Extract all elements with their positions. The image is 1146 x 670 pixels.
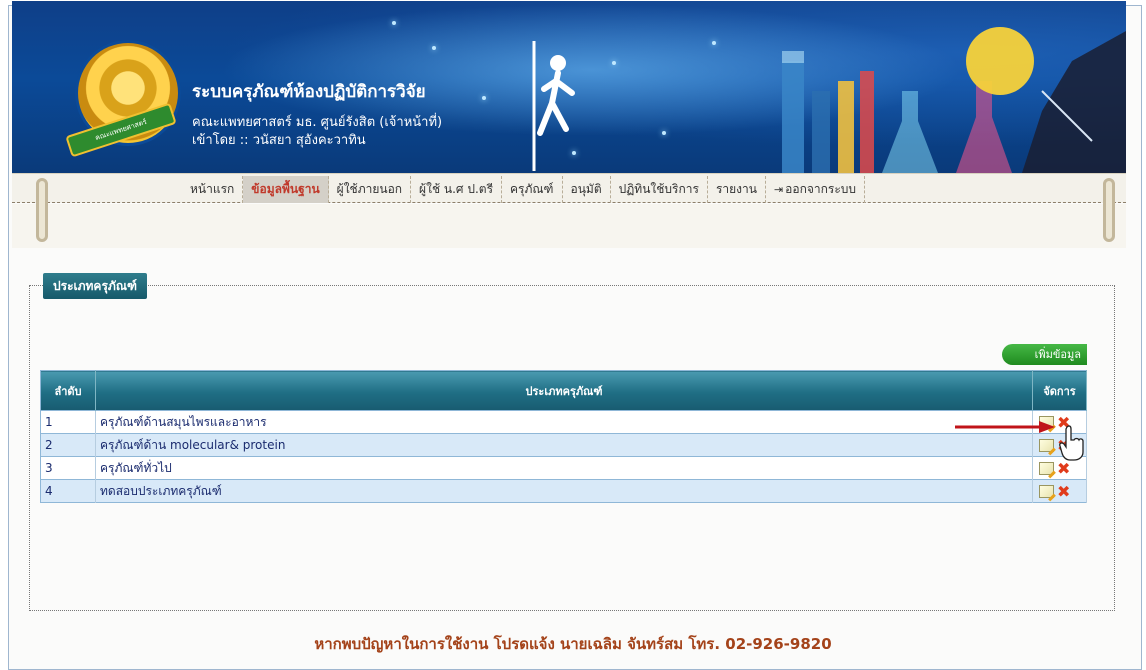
main-navbar: หน้าแรก ข้อมูลพื้นฐาน ผู้ใช้ภายนอก ผู้ใช… xyxy=(12,173,1126,203)
binder-ring-right xyxy=(1103,178,1115,242)
row-actions: ✖ xyxy=(1032,479,1087,503)
lab-equipment-illustration xyxy=(782,27,1126,173)
row-type-name: ครุภัณฑ์ทั่วไป xyxy=(95,456,1033,480)
sparkle xyxy=(612,61,616,65)
edit-icon[interactable] xyxy=(1039,439,1054,452)
sparkle xyxy=(482,96,486,100)
nav-home[interactable]: หน้าแรก xyxy=(182,175,244,203)
nav-equipment[interactable]: ครุภัณฑ์ xyxy=(502,175,563,203)
table-header-row: ลำดับ ประเภทครุภัณฑ์ จัดการ xyxy=(40,370,1087,411)
annotation-arrow-icon xyxy=(955,421,1055,433)
nav-master-data[interactable]: ข้อมูลพื้นฐาน xyxy=(243,175,329,203)
sparkle xyxy=(662,131,666,135)
delete-icon[interactable]: ✖ xyxy=(1057,461,1070,477)
delete-icon[interactable]: ✖ xyxy=(1057,484,1070,500)
row-type-name: ครุภัณฑ์ด้าน molecular& protein xyxy=(95,433,1033,457)
nav-external-users[interactable]: ผู้ใช้ภายนอก xyxy=(329,175,412,203)
row-no: 4 xyxy=(40,479,96,503)
edit-icon[interactable] xyxy=(1039,485,1054,498)
binder-ring-left xyxy=(36,178,48,242)
equipment-type-table: ลำดับ ประเภทครุภัณฑ์ จัดการ 1 ครุภัณฑ์ด้… xyxy=(40,370,1087,503)
nav-logout-label: ออกจากระบบ xyxy=(785,181,857,196)
header-manage: จัดการ xyxy=(1032,370,1087,411)
header-banner: คณะแพทยศาสตร์ ระบบครุภัณฑ์ห้องปฏิบัติการ… xyxy=(12,1,1126,173)
person-figure-icon xyxy=(532,41,575,171)
edit-icon[interactable] xyxy=(1039,462,1054,475)
nav-logout[interactable]: ⇥ ออกจากระบบ xyxy=(766,175,866,203)
system-title: ระบบครุภัณฑ์ห้องปฏิบัติการวิจัย xyxy=(192,82,426,102)
sparkle xyxy=(712,41,716,45)
sparkle xyxy=(432,46,436,50)
nav-service-calendar[interactable]: ปฏิทินใช้บริการ xyxy=(611,175,708,203)
header-no: ลำดับ xyxy=(40,370,96,411)
table-row: 1 ครุภัณฑ์ด้านสมุนไพรและอาหาร ✖ xyxy=(40,410,1087,434)
nav-strip xyxy=(12,204,1126,248)
row-type-name: ทดสอบประเภทครุภัณฑ์ xyxy=(95,479,1033,503)
sparkle xyxy=(392,21,396,25)
table-row: 2 ครุภัณฑ์ด้าน molecular& protein ✖ xyxy=(40,433,1087,457)
nav-menu: หน้าแรก ข้อมูลพื้นฐาน ผู้ใช้ภายนอก ผู้ใช… xyxy=(182,174,866,204)
nav-report[interactable]: รายงาน xyxy=(708,175,766,203)
hand-pointer-icon xyxy=(1059,425,1084,461)
footer-contact: หากพบปัญหาในการใช้งาน โปรดแจ้ง นายเฉลิม … xyxy=(314,635,832,653)
header-type: ประเภทครุภัณฑ์ xyxy=(95,370,1033,411)
nav-approve[interactable]: อนุมัติ xyxy=(563,175,611,203)
table-row: 4 ทดสอบประเภทครุภัณฑ์ ✖ xyxy=(40,479,1087,503)
table-row: 3 ครุภัณฑ์ทั่วไป ✖ xyxy=(40,456,1087,480)
row-no: 3 xyxy=(40,456,96,480)
row-no: 1 xyxy=(40,410,96,434)
add-data-button[interactable]: เพิ่มข้อมูล xyxy=(1002,344,1087,365)
row-no: 2 xyxy=(40,433,96,457)
logout-icon: ⇥ xyxy=(773,182,784,196)
nav-undergrad-users[interactable]: ผู้ใช้ น.ศ ป.ตรี xyxy=(411,175,503,203)
row-type-name: ครุภัณฑ์ด้านสมุนไพรและอาหาร xyxy=(95,410,1033,434)
logged-in-user: เข้าโดย :: วนัสยา สุอังคะวาทิน xyxy=(192,133,366,148)
section-legend: ประเภทครุภัณฑ์ xyxy=(43,273,147,299)
